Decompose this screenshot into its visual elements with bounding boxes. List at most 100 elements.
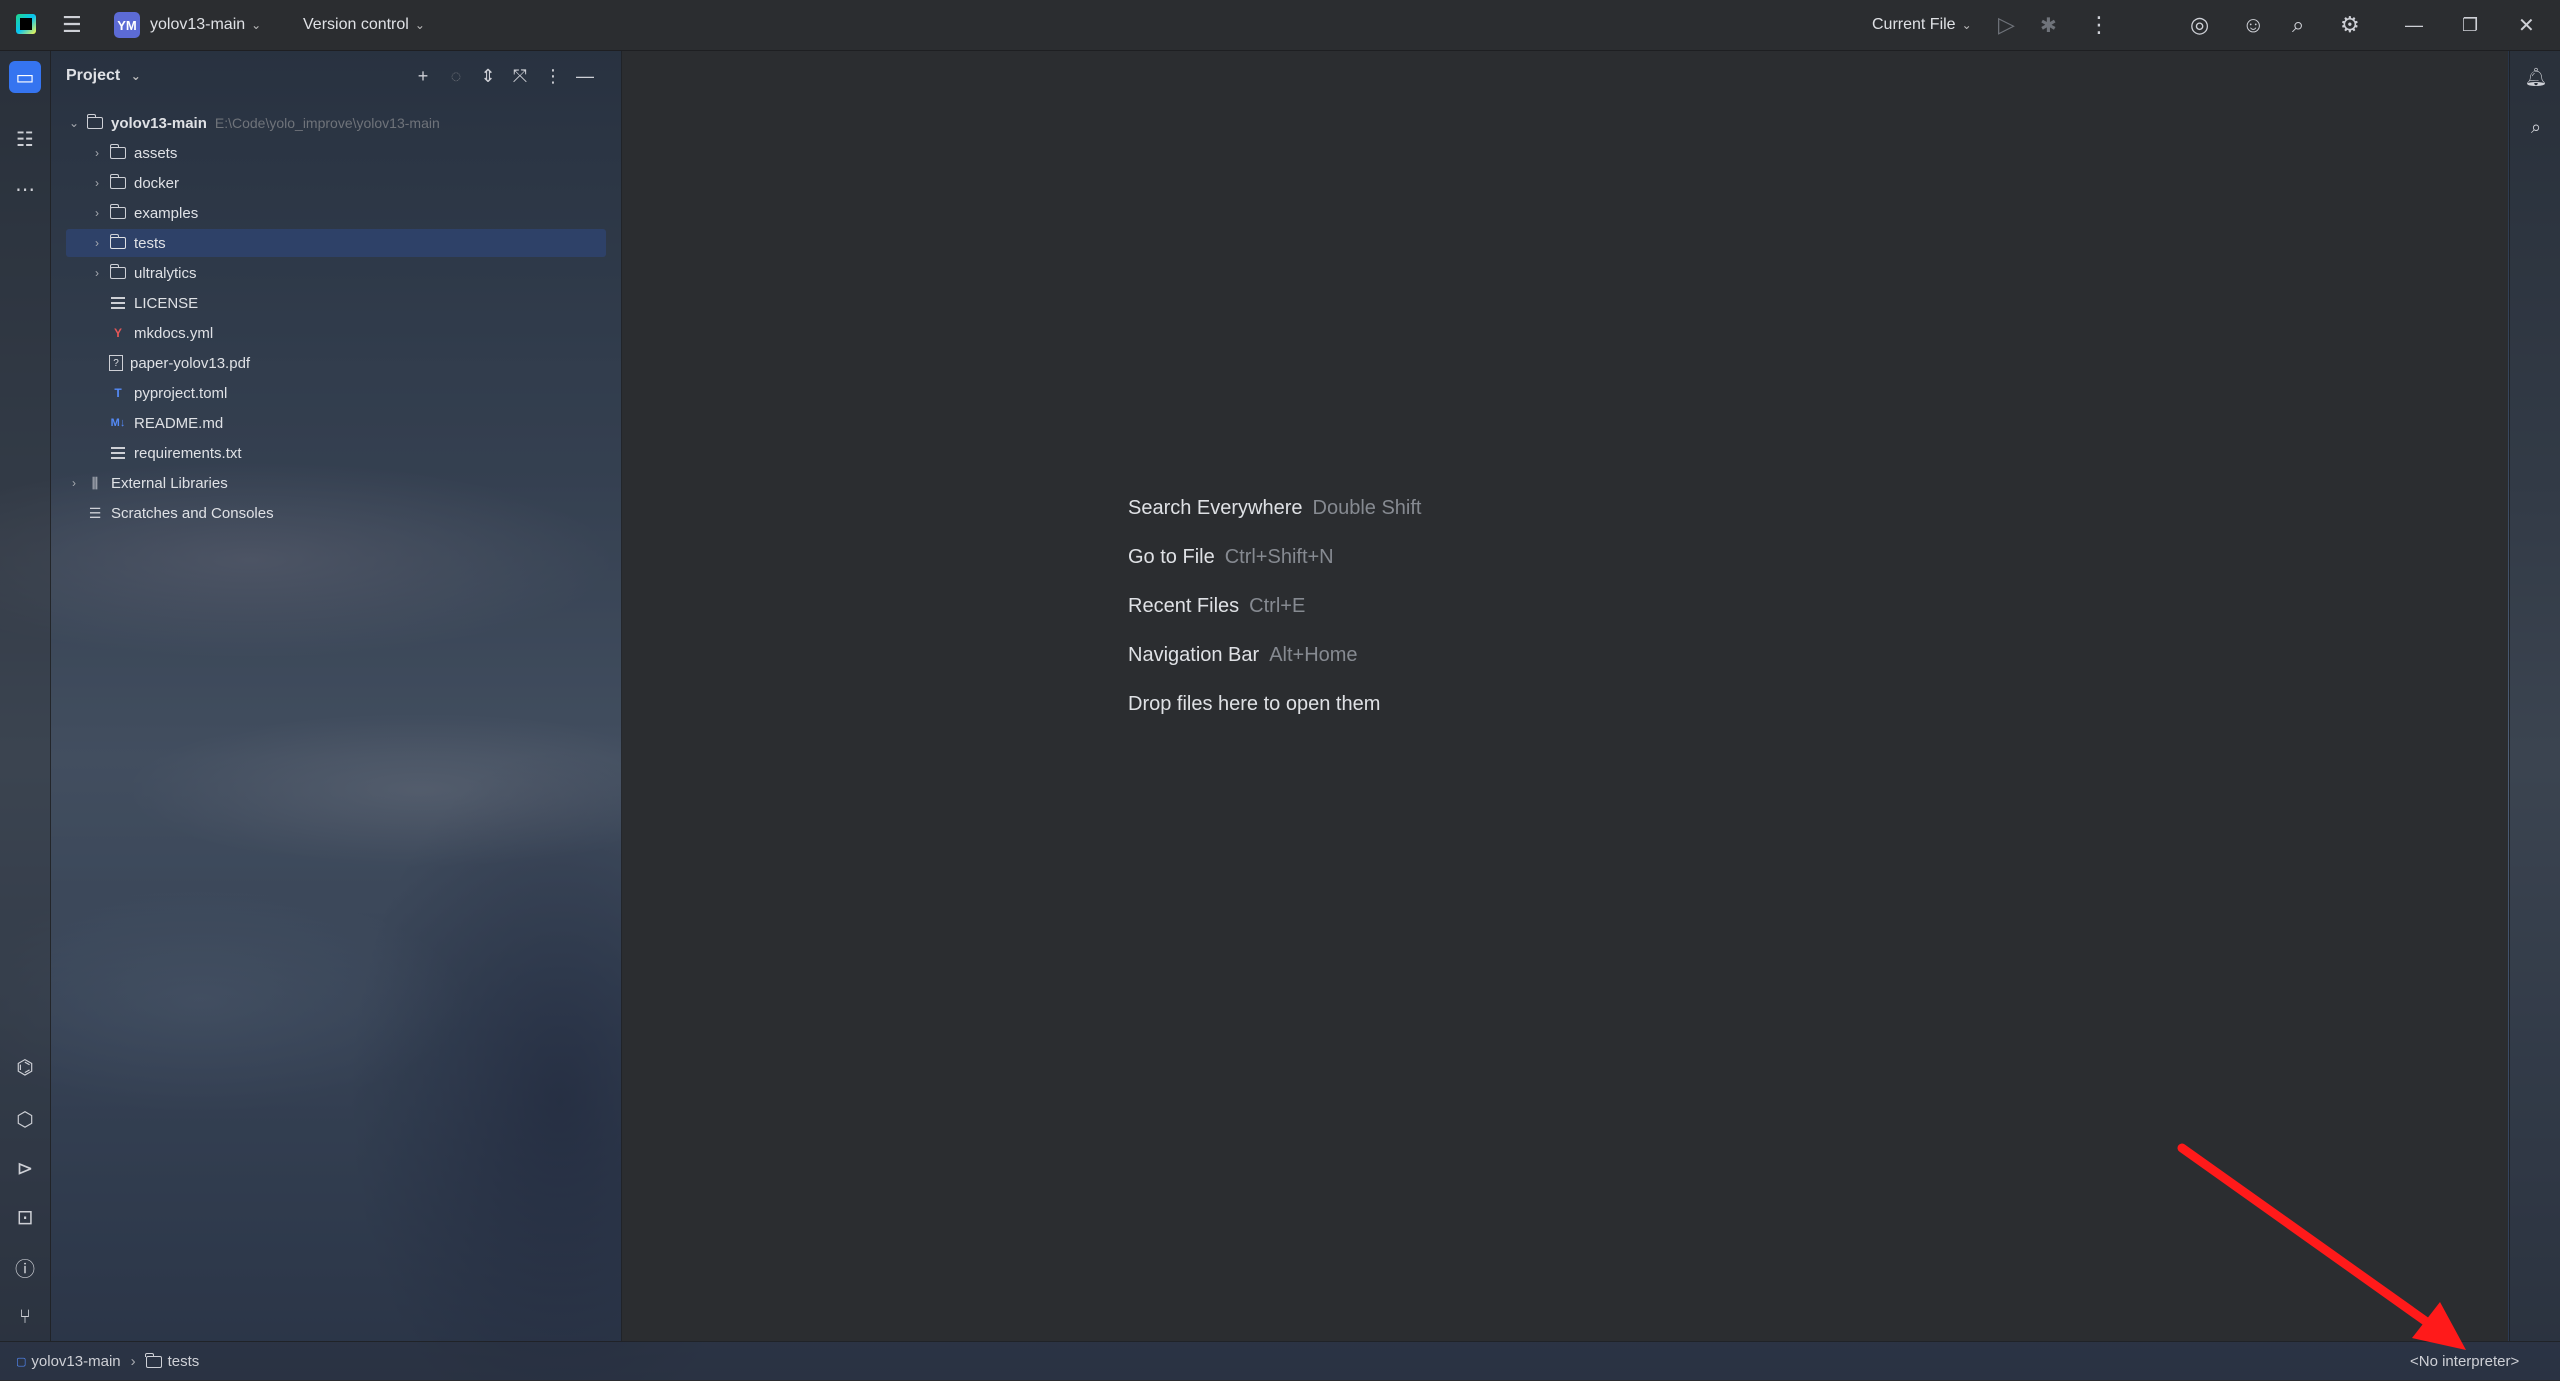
hint-shortcut: Double Shift [1312, 497, 1422, 519]
hide-panel-icon[interactable]: — [572, 63, 598, 89]
tree-item-license[interactable]: LICENSE [105, 289, 606, 317]
editor-empty-area[interactable]: Search Everywhere Double Shift Go to File… [622, 51, 2508, 1341]
folder-icon [86, 114, 104, 131]
search-icon[interactable]: ⌕ [2292, 0, 2304, 50]
project-panel-header: Project ⌄ + ◌ ⇕ ⤧ ⋮ — [51, 51, 621, 101]
minimize-icon[interactable]: — [2405, 0, 2423, 50]
tree-item-label: LICENSE [134, 294, 199, 312]
tree-item-ultralytics[interactable]: › ultralytics [89, 259, 606, 287]
git-icon[interactable]: ⑂ [9, 1301, 41, 1333]
tree-item-label: README.md [134, 414, 224, 432]
python-packages-icon[interactable]: ⬡ [9, 1103, 41, 1135]
tree-item-pyproject[interactable]: T pyproject.toml [105, 379, 606, 407]
problems-icon[interactable]: ⓘ [9, 1251, 41, 1283]
project-name: yolov13-main [150, 16, 246, 33]
hint-search-everywhere: Search Everywhere Double Shift [1128, 497, 1422, 520]
chevron-right-icon[interactable]: › [89, 176, 105, 190]
notifications-bell-icon[interactable]: 🔔︎ [2522, 63, 2550, 91]
hint-drop-files: Drop files here to open them [1128, 693, 1380, 716]
tree-item-examples[interactable]: › examples [89, 199, 606, 227]
chevron-right-icon[interactable]: › [89, 146, 105, 160]
chevron-down-icon: ⌄ [414, 18, 425, 32]
project-badge: YM [114, 12, 140, 38]
tree-item-scratches[interactable]: ☰ Scratches and Consoles [66, 499, 606, 527]
close-icon[interactable]: ✕ [2518, 0, 2535, 50]
tree-item-paper-pdf[interactable]: ? paper-yolov13.pdf [105, 349, 606, 377]
more-actions-icon[interactable]: ⋮ [2088, 0, 2110, 50]
root-folder-name: yolov13-main [111, 114, 207, 132]
services-icon[interactable]: ⊳ [9, 1152, 41, 1184]
text-file-icon [109, 445, 127, 461]
more-tools-icon[interactable]: ⋯ [9, 173, 41, 205]
vcs-label: Version control [303, 16, 409, 33]
vcs-menu[interactable]: Version control ⌄ [303, 0, 425, 50]
tree-item-external-libraries[interactable]: › ⫼ External Libraries [66, 469, 606, 497]
tree-item-label: assets [134, 144, 178, 162]
run-icon[interactable]: ▷ [1998, 0, 2015, 50]
tree-root-item[interactable]: ⌄ yolov13-main E:\Code\yolo_improve\yolo… [66, 109, 606, 137]
hint-go-to-file: Go to File Ctrl+Shift+N [1128, 546, 1334, 569]
yaml-file-icon: Y [113, 326, 122, 340]
tree-item-assets[interactable]: › assets [89, 139, 606, 167]
run-config-selector[interactable]: Current File ⌄ [1872, 0, 1972, 50]
hint-shortcut: Alt+Home [1269, 644, 1358, 666]
folder-icon [109, 204, 127, 221]
collapse-all-icon[interactable]: ⤧ [507, 63, 533, 89]
hint-action: Go to File [1128, 546, 1215, 568]
pycharm-logo-icon [16, 14, 36, 34]
chevron-down-icon: ⌄ [251, 18, 262, 32]
breadcrumb: ▢ yolov13-main › tests [16, 1342, 199, 1381]
title-bar: ☰ YM yolov13-main ⌄ Version control ⌄ Cu… [0, 0, 2560, 51]
chevron-down-icon[interactable]: ⌄ [66, 116, 82, 130]
project-panel-title[interactable]: Project ⌄ [66, 67, 141, 85]
chevron-right-icon[interactable]: › [89, 236, 105, 250]
tree-item-docker[interactable]: › docker [89, 169, 606, 197]
breadcrumb-project[interactable]: yolov13-main [31, 1353, 120, 1370]
tree-item-label: examples [134, 204, 199, 222]
debug-icon[interactable]: ✱ [2040, 0, 2057, 50]
interpreter-selector[interactable]: <No interpreter> [2410, 1342, 2519, 1381]
chevron-right-icon[interactable]: › [89, 206, 105, 220]
hint-action: Navigation Bar [1128, 644, 1260, 666]
project-selector[interactable]: YM yolov13-main ⌄ [114, 0, 261, 50]
panel-options-icon[interactable]: ⋮ [540, 63, 566, 89]
code-with-me-icon[interactable]: ☺ [2242, 0, 2264, 50]
project-panel: Project ⌄ + ◌ ⇕ ⤧ ⋮ — ⌄ yolov13-main E:\… [51, 51, 622, 1341]
tree-item-label: pyproject.toml [134, 384, 228, 402]
tree-item-tests[interactable]: › tests [66, 229, 606, 257]
locate-file-icon[interactable]: ◌ [443, 63, 469, 89]
restore-icon[interactable]: ❐ [2462, 0, 2478, 50]
test-folder-icon [109, 234, 127, 251]
breadcrumb-folder[interactable]: tests [168, 1353, 200, 1370]
hint-navigation-bar: Navigation Bar Alt+Home [1128, 644, 1358, 667]
tree-item-mkdocs[interactable]: Y mkdocs.yml [105, 319, 606, 347]
tree-item-label: tests [134, 234, 166, 252]
settings-gear-icon[interactable]: ⚙ [2340, 0, 2360, 50]
tree-item-label: Scratches and Consoles [111, 504, 274, 522]
project-panel-title-label: Project [66, 67, 121, 84]
chevron-right-icon[interactable]: › [66, 476, 82, 490]
tree-item-label: mkdocs.yml [134, 324, 214, 342]
tree-item-label: External Libraries [111, 474, 228, 492]
chevron-down-icon: ⌄ [130, 69, 141, 83]
tree-item-label: requirements.txt [134, 444, 242, 462]
status-bar: ▢ yolov13-main › tests <No interpreter> [0, 1341, 2560, 1381]
main-menu-icon[interactable]: ☰ [62, 0, 82, 50]
structure-tool-icon[interactable]: ☷ [9, 123, 41, 155]
folder-icon [109, 144, 127, 161]
hint-action: Recent Files [1128, 595, 1240, 617]
markdown-file-icon: M↓ [110, 417, 126, 429]
tree-item-readme[interactable]: M↓ README.md [105, 409, 606, 437]
python-console-icon[interactable]: ⌬ [9, 1051, 41, 1083]
terminal-icon[interactable]: ⊡ [9, 1201, 41, 1233]
add-icon[interactable]: + [410, 63, 436, 89]
project-tool-icon[interactable]: ▭ [9, 61, 41, 93]
chevron-right-icon[interactable]: › [89, 266, 105, 280]
toml-file-icon: T [114, 386, 122, 400]
tree-item-requirements[interactable]: requirements.txt [105, 439, 606, 467]
root-folder-path: E:\Code\yolo_improve\yolov13-main [214, 115, 440, 131]
ai-chat-icon[interactable]: ⌕ [2522, 113, 2550, 141]
expand-all-icon[interactable]: ⇕ [475, 63, 501, 89]
hint-action: Drop files here to open them [1128, 693, 1381, 715]
ai-assistant-icon[interactable]: ◎ [2190, 0, 2209, 50]
